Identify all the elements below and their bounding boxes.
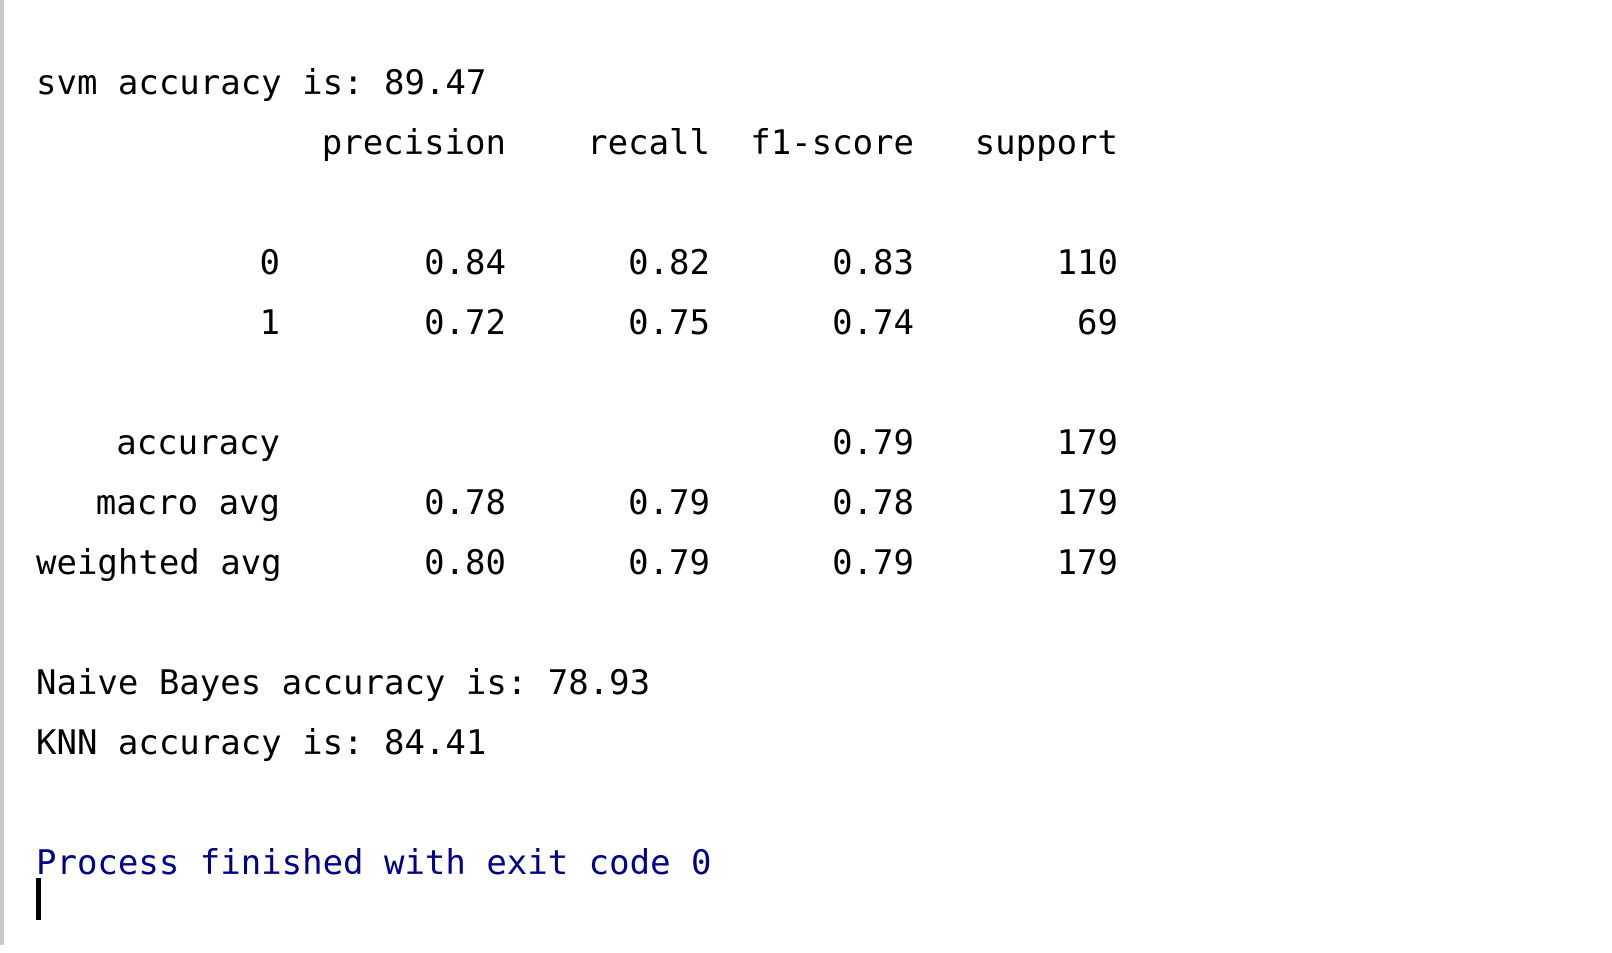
- report-row-weighted-avg: weighted avg 0.80 0.79 0.79 179: [36, 533, 1612, 593]
- row-f1-score: 0.74: [832, 303, 914, 343]
- svm-accuracy-line: svm accuracy is: 89.47: [36, 63, 487, 103]
- row-support: 110: [1056, 243, 1118, 283]
- naive-bayes-accuracy-line: Naive Bayes accuracy is: 78.93: [36, 663, 651, 703]
- row-recall: 0.75: [628, 303, 710, 343]
- report-row-class-0: 0 0.84 0.82 0.83 110: [36, 233, 1612, 293]
- row-support: 179: [1056, 543, 1118, 583]
- console-gutter: [0, 0, 4, 945]
- row-recall: 0.79: [628, 483, 710, 523]
- row-label: macro avg: [95, 483, 280, 523]
- row-recall: 0.79: [628, 543, 710, 583]
- header-precision: precision: [321, 123, 506, 163]
- report-row-accuracy: accuracy 0.79 179: [36, 413, 1612, 473]
- row-precision: 0.72: [424, 303, 506, 343]
- row-precision: 0.84: [424, 243, 506, 283]
- row-f1-score: 0.78: [832, 483, 914, 523]
- header-support: support: [974, 123, 1118, 163]
- row-f1-score: 0.79: [832, 543, 914, 583]
- report-header-row: precision recall f1-score support: [36, 113, 1612, 173]
- row-recall: 0.82: [628, 243, 710, 283]
- run-console-output[interactable]: svm accuracy is: 89.47 precision recall …: [36, 53, 1612, 945]
- header-recall: recall: [587, 123, 710, 163]
- row-support: 179: [1056, 483, 1118, 523]
- process-finished-line: Process finished with exit code 0: [36, 843, 712, 883]
- row-precision: 0.78: [424, 483, 506, 523]
- row-precision: 0.80: [424, 543, 506, 583]
- row-f1-score: 0.79: [832, 423, 914, 463]
- header-f1-score: f1-score: [750, 123, 914, 163]
- text-cursor[interactable]: [36, 878, 41, 920]
- row-label: 0: [259, 243, 280, 283]
- row-f1-score: 0.83: [832, 243, 914, 283]
- row-support: 179: [1056, 423, 1118, 463]
- report-row-macro-avg: macro avg 0.78 0.79 0.78 179: [36, 473, 1612, 533]
- report-row-class-1: 1 0.72 0.75 0.74 69: [36, 293, 1612, 353]
- row-label: 1: [259, 303, 280, 343]
- row-support: 69: [1077, 303, 1118, 343]
- knn-accuracy-line: KNN accuracy is: 84.41: [36, 723, 487, 763]
- row-label: accuracy: [116, 423, 280, 463]
- row-label: weighted avg: [36, 543, 282, 583]
